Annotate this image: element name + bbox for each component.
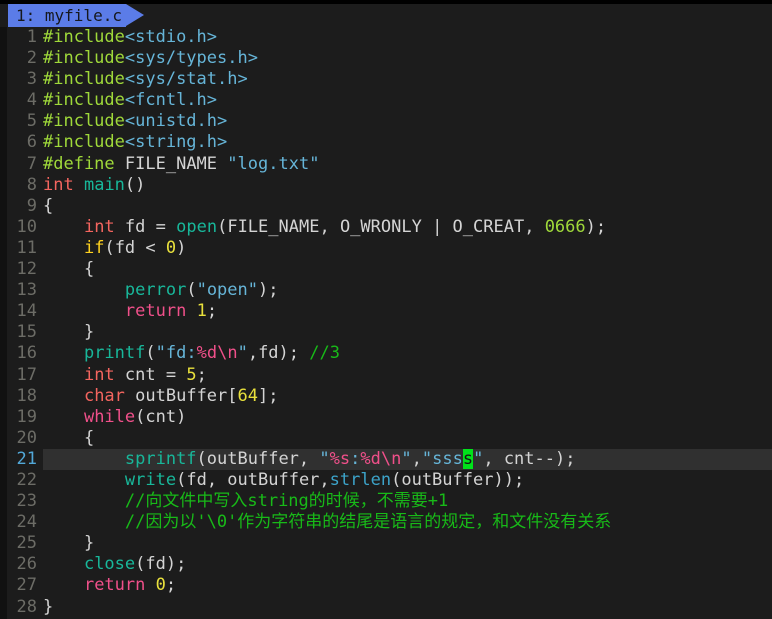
code-line[interactable]: 8int main() <box>7 175 772 196</box>
line-content[interactable]: if(fd < 0) <box>43 238 186 259</box>
line-content[interactable]: { <box>43 428 94 449</box>
code-line[interactable]: 12 { <box>7 259 772 280</box>
line-number: 10 <box>7 217 43 238</box>
line-number: 13 <box>7 280 43 301</box>
line-number: 19 <box>7 407 43 428</box>
line-content[interactable]: } <box>43 322 94 343</box>
line-number: 25 <box>7 533 43 554</box>
code-line[interactable]: 6#include<string.h> <box>7 132 772 153</box>
line-content[interactable]: int main() <box>43 175 145 196</box>
code-line[interactable]: 14 return 1; <box>7 301 772 322</box>
tab-arrow-icon <box>126 4 144 26</box>
line-number: 15 <box>7 322 43 343</box>
line-number: 23 <box>7 491 43 512</box>
line-number: 21 <box>7 449 43 470</box>
line-number: 16 <box>7 343 43 364</box>
line-number: 8 <box>7 175 43 196</box>
line-number: 11 <box>7 238 43 259</box>
line-number: 3 <box>7 69 43 90</box>
code-line[interactable]: 25 } <box>7 533 772 554</box>
line-content[interactable]: return 0; <box>43 575 176 596</box>
line-content[interactable]: char outBuffer[64]; <box>43 386 279 407</box>
line-content[interactable]: #include<sys/types.h> <box>43 48 258 69</box>
code-line[interactable]: 13 perror("open"); <box>7 280 772 301</box>
line-content[interactable]: //向文件中写入string的时候，不需要+1 <box>43 491 448 512</box>
code-line[interactable]: 2#include<sys/types.h> <box>7 48 772 69</box>
line-number: 1 <box>7 27 43 48</box>
line-number: 28 <box>7 597 43 618</box>
line-content[interactable]: int fd = open(FILE_NAME, O_WRONLY | O_CR… <box>43 217 606 238</box>
line-number: 4 <box>7 90 43 111</box>
code-line[interactable]: 18 char outBuffer[64]; <box>7 386 772 407</box>
code-line[interactable]: 23 //向文件中写入string的时候，不需要+1 <box>7 491 772 512</box>
line-number: 7 <box>7 154 43 175</box>
code-line[interactable]: 27 return 0; <box>7 575 772 596</box>
code-line[interactable]: 3#include<sys/stat.h> <box>7 69 772 90</box>
line-content[interactable]: write(fd, outBuffer,strlen(outBuffer)); <box>43 470 524 491</box>
code-line[interactable]: 4#include<fcntl.h> <box>7 90 772 111</box>
line-number: 27 <box>7 575 43 596</box>
code-line[interactable]: 9{ <box>7 196 772 217</box>
line-number: 5 <box>7 111 43 132</box>
code-line[interactable]: 26 close(fd); <box>7 554 772 575</box>
line-content[interactable]: perror("open"); <box>43 280 279 301</box>
line-content[interactable]: { <box>43 196 53 217</box>
tab-label: 1: myfile.c <box>16 4 122 27</box>
line-content[interactable]: } <box>43 533 94 554</box>
line-content[interactable]: #include<stdio.h> <box>43 27 217 48</box>
line-content[interactable]: //因为以'\0'作为字符串的结尾是语言的规定，和文件没有关系 <box>43 512 611 533</box>
line-number: 12 <box>7 259 43 280</box>
code-line[interactable]: 15 } <box>7 322 772 343</box>
line-number: 9 <box>7 196 43 217</box>
code-line[interactable]: 28} <box>7 597 772 618</box>
line-content[interactable]: #define FILE_NAME "log.txt" <box>43 154 319 175</box>
code-line[interactable]: 10 int fd = open(FILE_NAME, O_WRONLY | O… <box>7 217 772 238</box>
line-content[interactable]: #include<fcntl.h> <box>43 90 217 111</box>
code-line[interactable]: 21 sprintf(outBuffer, "%s:%d\n","ssss", … <box>7 449 772 470</box>
tabline: 1: myfile.c <box>0 4 772 27</box>
line-content[interactable]: #include<sys/stat.h> <box>43 69 248 90</box>
code-line[interactable]: 16 printf("fd:%d\n",fd); //3 <box>7 343 772 364</box>
editor-window: 1: myfile.c 1#include<stdio.h>2#include<… <box>0 0 772 619</box>
line-content[interactable]: close(fd); <box>43 554 186 575</box>
tab-myfile-c[interactable]: 1: myfile.c <box>8 4 126 27</box>
line-number: 2 <box>7 48 43 69</box>
code-line[interactable]: 5#include<unistd.h> <box>7 111 772 132</box>
code-line[interactable]: 24 //因为以'\0'作为字符串的结尾是语言的规定，和文件没有关系 <box>7 512 772 533</box>
code-line[interactable]: 20 { <box>7 428 772 449</box>
line-number: 6 <box>7 132 43 153</box>
line-content[interactable]: } <box>43 597 53 618</box>
line-content[interactable]: { <box>43 259 94 280</box>
code-line[interactable]: 22 write(fd, outBuffer,strlen(outBuffer)… <box>7 470 772 491</box>
code-line[interactable]: 19 while(cnt) <box>7 407 772 428</box>
line-content[interactable]: return 1; <box>43 301 217 322</box>
code-line[interactable]: 17 int cnt = 5; <box>7 365 772 386</box>
line-content[interactable]: #include<string.h> <box>43 132 227 153</box>
line-number: 18 <box>7 386 43 407</box>
line-content[interactable]: int cnt = 5; <box>43 365 207 386</box>
line-content[interactable]: sprintf(outBuffer, "%s:%d\n","ssss", cnt… <box>43 449 575 470</box>
line-number: 14 <box>7 301 43 322</box>
code-line[interactable]: 7#define FILE_NAME "log.txt" <box>7 154 772 175</box>
line-number: 22 <box>7 470 43 491</box>
line-number: 20 <box>7 428 43 449</box>
code-text-area[interactable]: 1#include<stdio.h>2#include<sys/types.h>… <box>7 27 772 619</box>
line-content[interactable]: #include<unistd.h> <box>43 111 227 132</box>
line-content[interactable]: printf("fd:%d\n",fd); //3 <box>43 343 340 364</box>
line-number: 17 <box>7 365 43 386</box>
line-content[interactable]: while(cnt) <box>43 407 186 428</box>
line-number: 26 <box>7 554 43 575</box>
code-line[interactable]: 1#include<stdio.h> <box>7 27 772 48</box>
code-line[interactable]: 11 if(fd < 0) <box>7 238 772 259</box>
line-number: 24 <box>7 512 43 533</box>
left-margin-strip <box>0 27 7 619</box>
